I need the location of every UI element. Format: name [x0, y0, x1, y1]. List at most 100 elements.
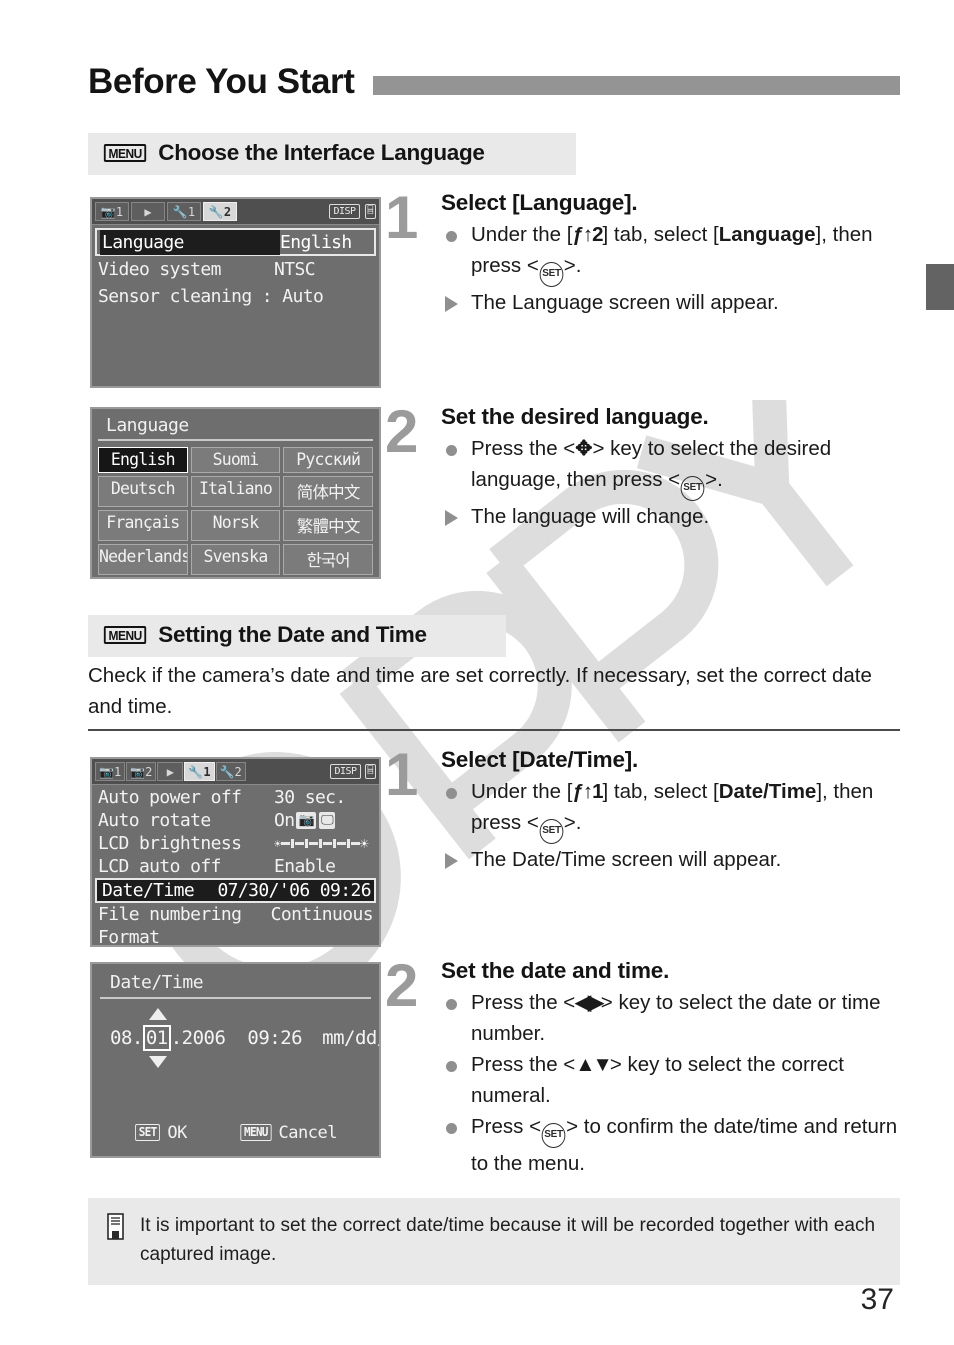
day-value-selected: 01 — [142, 1008, 171, 1068]
camera-icon: 📷 — [296, 812, 317, 829]
tab-setup-1: 🔧 1 — [184, 762, 215, 781]
note-text: It is important to set the correct date/… — [140, 1215, 876, 1265]
language-option: Suomi — [190, 447, 281, 473]
menu-row-auto-rotate: Auto rotate On 📷 🖵 — [92, 809, 379, 832]
bullet-item: Press the <◀▶> key to select the date or… — [441, 987, 915, 1049]
menu-row-sensor-cleaning: Sensor cleaning : Auto — [92, 283, 379, 310]
manual-page: Before You Start MENU Choose the Interfa… — [0, 0, 954, 1345]
menu-row-date-time: Date/Time 07/30/'06 09:26 — [95, 878, 376, 903]
menu-row-value: 30 sec. — [274, 787, 346, 808]
time-value: 09:26 — [247, 1027, 303, 1049]
step-bullet-list: Under the [ƒ↑1] tab, select [Date/Time],… — [441, 776, 913, 875]
bullet-item: Under the [ƒ↑2] tab, select [Language], … — [441, 219, 905, 287]
bullet-text-a: Under the [ — [471, 223, 573, 246]
datetime-footer: SET OK MENU Cancel — [92, 1123, 379, 1143]
section-header-datetime: MENU Setting the Date and Time — [88, 615, 506, 657]
info-icon: ⌸ — [364, 764, 376, 779]
step-number: 1 — [385, 184, 418, 251]
left-right-keys-icon: ◀▶ — [575, 991, 603, 1014]
lcd-heading: Language — [98, 411, 373, 441]
tab-setup-2: 🔧 2 — [215, 762, 246, 781]
menu-row-label: Language — [100, 229, 280, 255]
title-rule — [372, 75, 900, 95]
bullet-bold-term: Date/Time — [718, 780, 817, 803]
section-intro-text: Check if the camera’s date and time are … — [88, 664, 872, 718]
tab-playback: ▶ — [157, 762, 184, 781]
step-bullet-list: Press the <✥> key to select the desired … — [441, 433, 905, 532]
menu-row-value: Continuous — [270, 904, 374, 925]
lcd-screenshot-setup1-menu: 📷 1 📷 2 ▶ 🔧 1 🔧 2 DISP ⌸ Auto power off 30 s… — [90, 757, 381, 947]
bullet-text-a: Press the < — [471, 437, 576, 460]
language-option: 日本語 — [283, 578, 373, 579]
set-button-icon: SET — [680, 476, 705, 501]
disp-button-label: DISP — [329, 204, 360, 219]
step-title: Select [Date/Time]. — [441, 747, 639, 772]
language-option: 繁體中文 — [283, 510, 373, 541]
bullet-text: The Language screen will appear. — [471, 291, 779, 314]
brightness-high-icon: ☀ — [359, 834, 369, 853]
language-option: 简体中文 — [283, 476, 373, 507]
language-option: Español — [191, 578, 281, 579]
tab-shooting-1: 📷 1 — [95, 202, 129, 221]
section-title: Setting the Date and Time — [158, 622, 427, 647]
set-key-icon: SET — [135, 1124, 161, 1141]
bullet-text-d: >. — [563, 254, 582, 277]
menu-row-format: Format — [92, 926, 379, 947]
language-option-grid: English Suomi Русский Deutsch Italiano 简… — [92, 441, 379, 579]
lcd-screenshot-language-grid: Language English Suomi Русский Deutsch I… — [90, 407, 381, 579]
note-box: It is important to set the correct date/… — [88, 1198, 900, 1285]
menu-row-label: File numbering — [98, 904, 242, 925]
step-title: Select [Language]. — [441, 190, 638, 215]
ok-action: SET OK — [134, 1123, 187, 1143]
up-down-keys-icon: ▲▼ — [575, 1053, 613, 1076]
language-option: Italiano — [190, 476, 281, 507]
lcd-screenshot-datetime: Date/Time 08. 01 .2006 09:26 mm/dd/yy SE… — [90, 962, 381, 1158]
note-memo-icon — [106, 1213, 126, 1241]
language-option: Русский — [283, 447, 373, 473]
lcd-tab-bar: 📷 1 📷 2 ▶ 🔧 1 🔧 2 DISP ⌸ — [92, 759, 379, 785]
section-header-language: MENU Choose the Interface Language — [88, 133, 576, 175]
language-option: Deutsch — [98, 476, 188, 507]
step-number: 1 — [385, 741, 418, 808]
step-number: 2 — [385, 398, 418, 465]
section-divider — [88, 729, 900, 731]
menu-row-language: Language English — [95, 228, 376, 256]
menu-row-value: English — [280, 231, 352, 253]
set-button-icon: SET — [541, 1123, 566, 1148]
language-option: Dansk — [98, 578, 188, 579]
edge-section-tab — [926, 264, 954, 310]
step-title: Set the desired language. — [441, 404, 709, 429]
bullet-text-b: ] tab, select [ — [602, 780, 719, 803]
section-title: Choose the Interface Language — [158, 140, 485, 165]
menu-row-file-numbering: File numbering Continuous — [92, 903, 379, 926]
menu-row-label: Format — [98, 927, 160, 947]
bullet-bold-term: Language — [718, 223, 816, 246]
set-button-icon: SET — [539, 262, 564, 287]
menu-row-label: Sensor cleaning : Auto — [98, 286, 324, 307]
setup-tab-glyph: ƒ↑2 — [572, 223, 603, 246]
brightness-low-icon: ☀ — [274, 836, 281, 851]
tab-shooting-2: 📷 2 — [126, 762, 157, 781]
tab-setup-1: 🔧 1 — [167, 202, 201, 221]
lcd-menu-rows: Language English Video system NTSC Senso… — [92, 225, 379, 310]
set-button-icon: SET — [539, 819, 564, 844]
language-option: Français — [98, 510, 188, 541]
ok-label: OK — [167, 1123, 187, 1143]
lcd-heading: Date/Time — [100, 967, 371, 999]
menu-row-value: Enable — [274, 856, 336, 877]
step-bullet-list: Under the [ƒ↑2] tab, select [Language], … — [441, 219, 905, 318]
bullet-item: Press the <✥> key to select the desired … — [441, 433, 905, 501]
cross-keys-icon: ✥ — [575, 437, 593, 460]
datetime-field-row: 08. 01 .2006 09:26 mm/dd/yy — [92, 1008, 379, 1068]
language-option: Norsk — [190, 510, 281, 541]
language-option: Nederlands — [98, 544, 188, 575]
date-format-value: mm/dd/yy — [322, 1027, 379, 1049]
page-title-row: Before You Start — [88, 62, 900, 102]
menu-row-value: NTSC — [274, 259, 316, 280]
page-title: Before You Start — [88, 62, 355, 101]
menu-row-label: Auto rotate — [98, 810, 211, 831]
menu-row-label: Video system — [98, 259, 221, 280]
menu-row-label: LCD auto off — [98, 856, 221, 877]
menu-badge-icon: MENU — [103, 626, 147, 644]
step-number: 2 — [385, 952, 418, 1019]
